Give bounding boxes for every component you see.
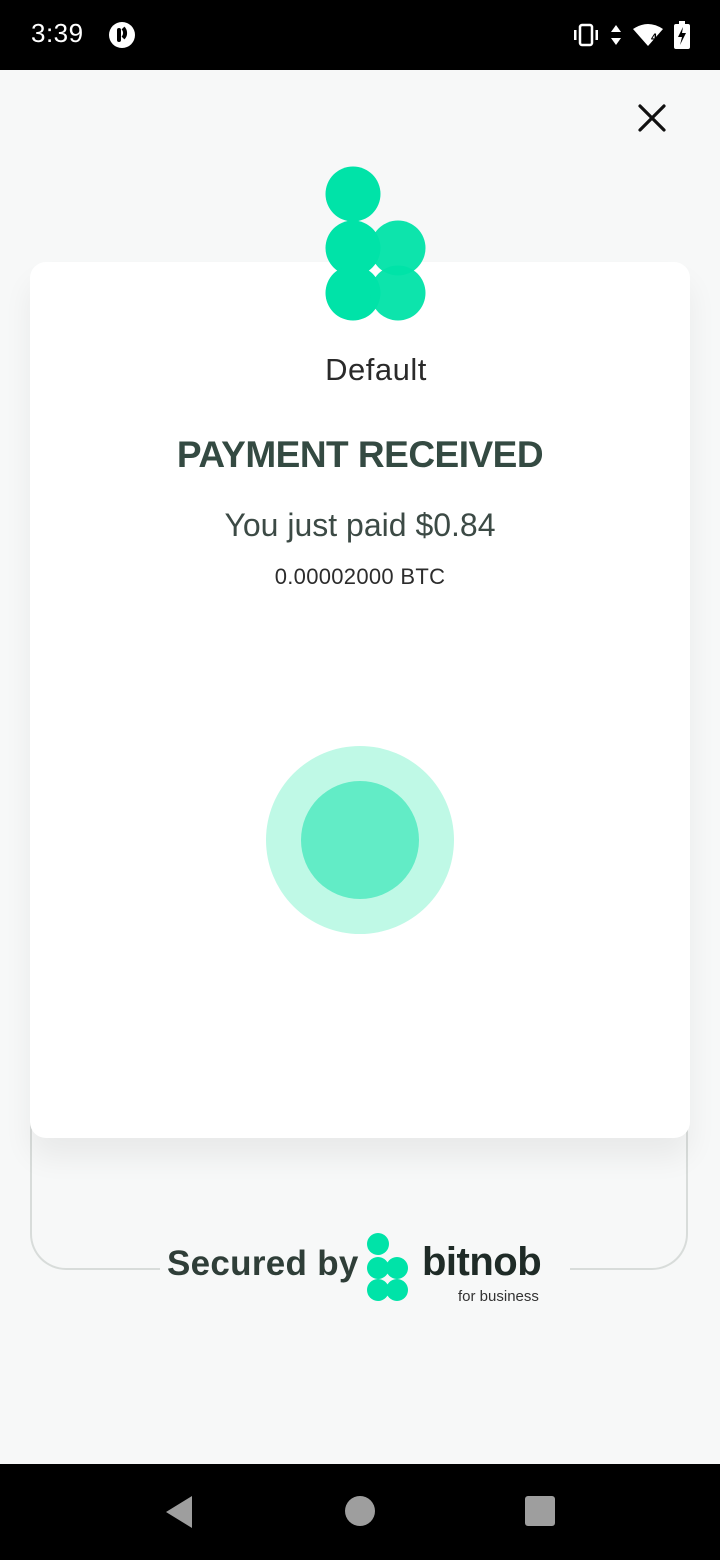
merchant-name: Default bbox=[325, 352, 427, 387]
status-time: 3:39 bbox=[31, 18, 84, 48]
status-bar: 3:39 4 bbox=[0, 0, 720, 70]
data-arrows-icon bbox=[611, 25, 621, 45]
home-circle-icon[interactable] bbox=[345, 1496, 375, 1526]
paid-amount-text: You just paid $0.84 bbox=[224, 507, 496, 543]
status-icons: 4 bbox=[572, 20, 690, 50]
success-pulse-inner bbox=[301, 781, 419, 899]
payment-card bbox=[30, 262, 690, 1138]
bitnob-wordmark: bitnob bbox=[422, 1240, 542, 1284]
navigation-bar bbox=[0, 1464, 720, 1560]
back-triangle-icon[interactable] bbox=[160, 1492, 200, 1532]
vibrate-icon bbox=[574, 23, 598, 47]
bitnob-subtitle: for business bbox=[458, 1288, 539, 1305]
battery-charging-icon bbox=[674, 21, 690, 49]
btc-amount-text: 0.00002000 BTC bbox=[274, 564, 446, 589]
secured-by-label: Secured by bbox=[167, 1244, 359, 1283]
secured-by-row: Secured by bitnob for business bbox=[160, 1232, 570, 1308]
merchant-logo bbox=[325, 166, 426, 321]
wifi-icon: 4 bbox=[632, 23, 664, 47]
payment-status-title: PAYMENT RECEIVED bbox=[176, 434, 544, 475]
network-badge: 4 bbox=[651, 32, 658, 44]
bitnob-logo-icon bbox=[367, 1233, 408, 1301]
close-icon bbox=[638, 104, 666, 132]
close-button[interactable] bbox=[630, 96, 674, 140]
recent-square-icon[interactable] bbox=[525, 1496, 555, 1526]
pocket-casts-icon bbox=[109, 22, 135, 48]
